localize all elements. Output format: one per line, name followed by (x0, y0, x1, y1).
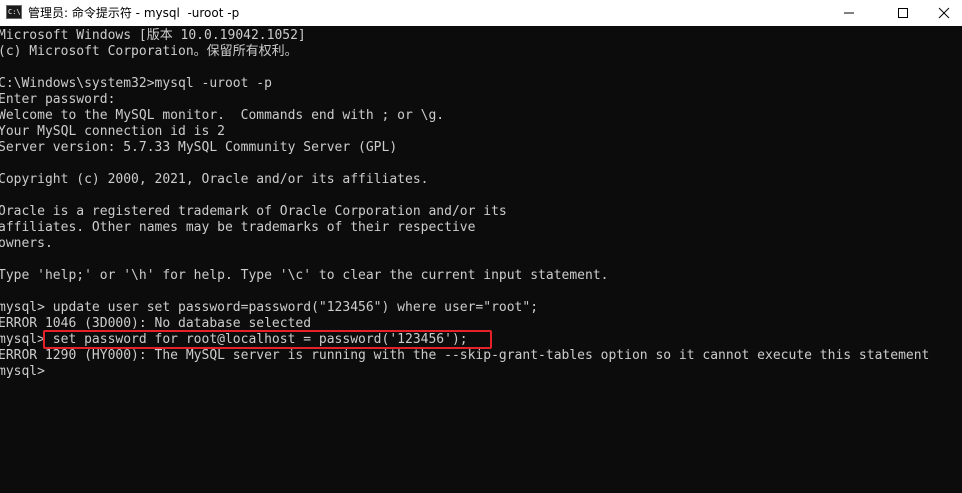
minimize-icon (844, 12, 854, 14)
console-line: Enter password: (0, 92, 116, 107)
close-icon (938, 7, 950, 19)
console-line: Welcome to the MySQL monitor. Commands e… (0, 108, 445, 123)
console-line: Microsoft Windows [版本 10.0.19042.1052] (0, 28, 306, 43)
console-line: Type 'help;' or '\h' for help. Type '\c'… (0, 268, 609, 283)
console-scrollbar[interactable] (958, 28, 962, 493)
console-line: Your MySQL connection id is 2 (0, 124, 225, 139)
console-line: ERROR 1290 (HY000): The MySQL server is … (0, 348, 930, 363)
close-button[interactable] (921, 0, 962, 26)
console-line: Server version: 5.7.33 MySQL Community S… (0, 140, 398, 155)
console-prompt: mysql> (0, 364, 45, 379)
console-line: Copyright (c) 2000, 2021, Oracle and/or … (0, 172, 429, 187)
title-bar[interactable]: C:\ 管理员: 命令提示符 - mysql -uroot -p (0, 0, 962, 26)
console-line: mysql> update user set password=password… (0, 300, 539, 315)
console-line: owners. (0, 236, 53, 251)
minimize-button[interactable] (826, 0, 872, 26)
maximize-button[interactable] (880, 0, 926, 26)
console-line: (c) Microsoft Corporation。保留所有权利。 (0, 44, 298, 59)
window-title: 管理员: 命令提示符 - mysql -uroot -p (28, 6, 240, 20)
cmd-window: C:\ 管理员: 命令提示符 - mysql -uroot -p Microso… (0, 0, 962, 493)
console-line: C:\Windows\system32>mysql -uroot -p (0, 76, 272, 91)
maximize-icon (898, 8, 908, 18)
console-line: affiliates. Other names may be trademark… (0, 220, 476, 235)
console-output[interactable]: Microsoft Windows [版本 10.0.19042.1052] (… (0, 28, 962, 493)
console-line: Oracle is a registered trademark of Orac… (0, 204, 507, 219)
cmd-icon: C:\ (6, 5, 22, 19)
highlight-annotation-box (43, 330, 492, 349)
